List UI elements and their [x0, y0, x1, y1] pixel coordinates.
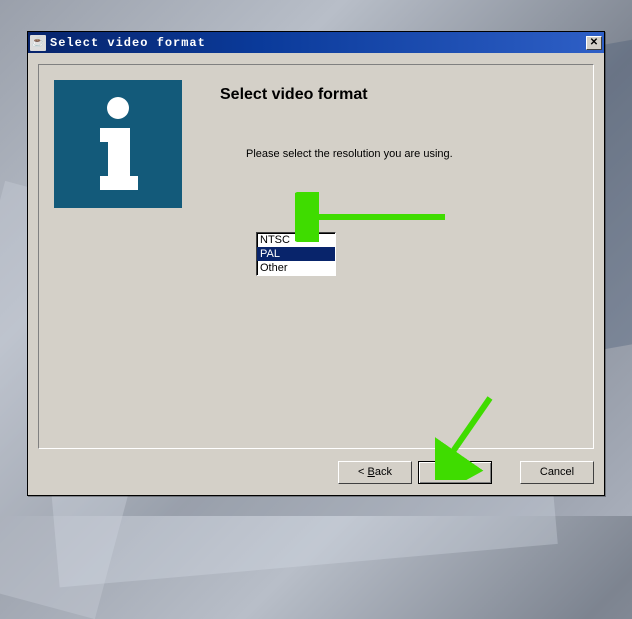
page-heading: Select video format — [220, 86, 368, 104]
close-button[interactable]: ✕ — [586, 36, 602, 50]
info-icon — [78, 94, 158, 194]
format-option-pal[interactable]: PAL — [257, 247, 335, 261]
video-format-listbox[interactable]: NTSCPALOther — [256, 232, 336, 276]
back-button-label: < Back — [358, 466, 392, 478]
app-icon: ☕ — [30, 35, 46, 51]
instruction-text: Please select the resolution you are usi… — [246, 148, 453, 160]
next-button[interactable]: Next > — [418, 461, 492, 484]
format-option-ntsc[interactable]: NTSC — [257, 233, 335, 247]
info-icon-panel — [54, 80, 182, 208]
dialog-window: ☕ Select video format ✕ Select video for… — [27, 31, 605, 496]
cancel-button-label: Cancel — [540, 466, 574, 478]
back-button[interactable]: < Back — [338, 461, 412, 484]
format-option-other[interactable]: Other — [257, 261, 335, 275]
content-frame: Select video format Please select the re… — [38, 64, 594, 449]
next-button-label: Next > — [439, 466, 471, 478]
close-icon: ✕ — [590, 37, 598, 48]
titlebar: ☕ Select video format ✕ — [28, 32, 604, 53]
cancel-button[interactable]: Cancel — [520, 461, 594, 484]
window-title: Select video format — [50, 36, 586, 50]
button-row: < Back Next > Cancel — [38, 459, 594, 485]
